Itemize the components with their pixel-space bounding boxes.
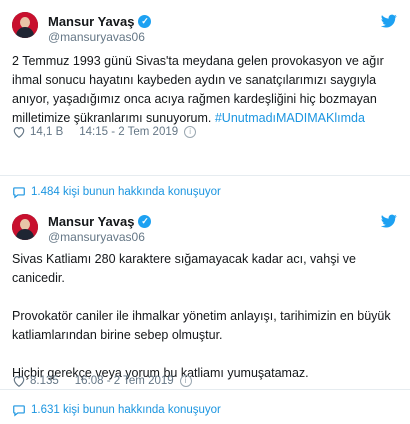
like-count[interactable]: 14,1 B bbox=[30, 126, 63, 138]
tweet-paragraph: Provokatör caniler ile ihmalkar yönetim … bbox=[12, 309, 391, 342]
tweet-paragraph: Sivas Katliamı 280 karaktere sığamayacak… bbox=[12, 252, 356, 285]
author-handle[interactable]: @mansuryavas06 bbox=[48, 30, 145, 44]
info-icon[interactable]: i bbox=[184, 126, 197, 138]
like-count[interactable]: 8.135 bbox=[30, 375, 59, 387]
conversation-link[interactable]: 1.484 kişi bunun hakkında konuşuyor bbox=[12, 184, 221, 200]
author-name[interactable]: Mansur Yavaş bbox=[48, 14, 134, 29]
verified-badge-icon: ✓ bbox=[138, 214, 152, 228]
tweet-embed: Mansur Yavaş ✓ @mansuryavas06 2 Temmuz 1… bbox=[0, 0, 410, 210]
heart-icon[interactable] bbox=[12, 125, 26, 139]
author-row: Mansur Yavaş ✓ bbox=[48, 13, 152, 29]
tweet-timestamp[interactable]: 14:15 - 2 Tem 2019 bbox=[79, 126, 178, 138]
author-name[interactable]: Mansur Yavaş bbox=[48, 214, 134, 229]
tweet-timestamp[interactable]: 16:08 - 2 Tem 2019 bbox=[75, 375, 174, 387]
avatar[interactable] bbox=[12, 12, 38, 38]
hashtag-link[interactable]: #UnutmadıMADIMAKlımda bbox=[215, 111, 365, 125]
avatar[interactable] bbox=[12, 214, 38, 240]
info-icon[interactable]: i bbox=[179, 375, 192, 387]
speech-bubble-icon bbox=[13, 405, 25, 417]
conversation-link[interactable]: 1.631 kişi bunun hakkında konuşuyor bbox=[12, 402, 221, 418]
twitter-bird-icon[interactable] bbox=[380, 13, 398, 29]
heart-icon[interactable] bbox=[12, 374, 26, 388]
tweet-card: Mansur Yavaş ✓ @mansuryavas06 2 Temmuz 1… bbox=[0, 0, 410, 176]
author-row: Mansur Yavaş ✓ bbox=[48, 213, 152, 229]
speech-bubble-icon bbox=[13, 187, 25, 199]
tweet-meta: 14,1 B 14:15 - 2 Tem 2019 i bbox=[12, 124, 197, 140]
conversation-count[interactable]: 1.631 kişi bunun hakkında konuşuyor bbox=[31, 404, 221, 416]
author-handle[interactable]: @mansuryavas06 bbox=[48, 230, 145, 244]
tweet-meta: 8.135 16:08 - 2 Tem 2019 i bbox=[12, 373, 192, 389]
conversation-count[interactable]: 1.484 kişi bunun hakkında konuşuyor bbox=[31, 186, 221, 198]
verified-badge-icon: ✓ bbox=[138, 14, 152, 28]
twitter-bird-icon[interactable] bbox=[380, 213, 398, 229]
tweet-text: Sivas Katliamı 280 karaktere sığamayacak… bbox=[12, 250, 402, 383]
tweet-text: 2 Temmuz 1993 günü Sivas'ta meydana gele… bbox=[12, 52, 402, 128]
tweet-embed: Mansur Yavaş ✓ @mansuryavas06 Sivas Katl… bbox=[0, 210, 410, 424]
tweet-card: Mansur Yavaş ✓ @mansuryavas06 Sivas Katl… bbox=[0, 210, 410, 390]
